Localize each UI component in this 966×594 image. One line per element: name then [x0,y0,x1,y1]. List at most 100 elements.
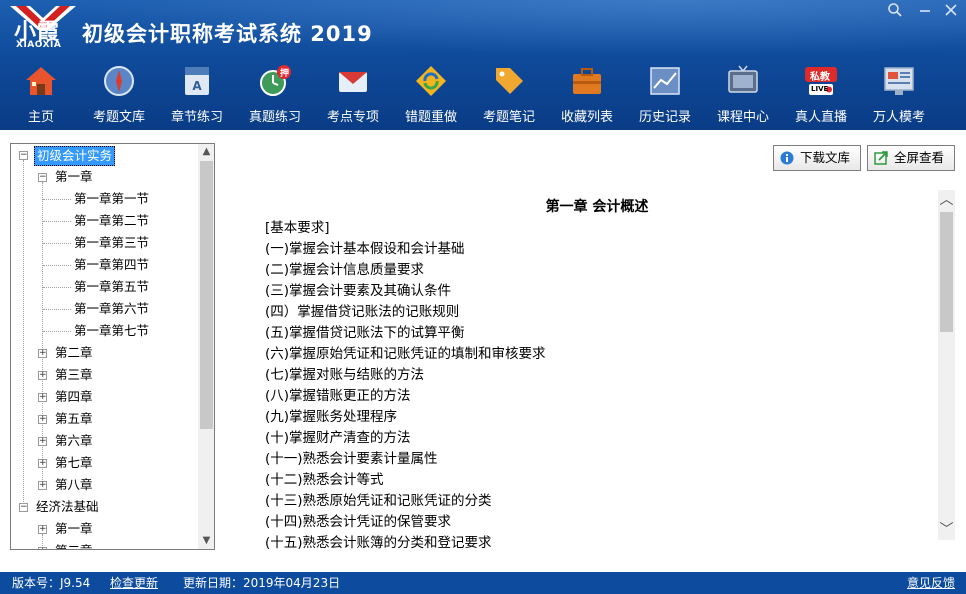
document-line: (六)掌握原始凭证和记账凭证的填制和审核要求 [265,346,546,362]
toolbar-home[interactable]: 主页 [2,62,80,128]
tree-node-root-accounting[interactable]: − 初级会计实务 [15,144,195,166]
toolbar-history[interactable]: 历史记录 [626,62,704,128]
app-window: 小霞 XIAOXIA 初级会计职称考试系统 2019 主页 考题文库 A 章节练… [0,0,966,594]
live-badge-bottom: LIVE [811,85,829,93]
tree-node-section[interactable]: 第一章第三节 [15,232,195,254]
tree-node-chapter[interactable]: + 第二章 [15,540,195,549]
tree-node-section[interactable]: 第一章第一节 [15,188,195,210]
book-icon: A [185,67,209,95]
tree-node-chapter[interactable]: + 第五章 [15,408,195,430]
app-title: 初级会计职称考试系统 2019 [82,22,373,46]
version-label: 版本号：J9.54 [12,576,91,590]
toolbar-wrong-redo[interactable]: 错题重做 [392,62,470,128]
toolbar-key-points[interactable]: 考点专项 [314,62,392,128]
document-content: 第一章 会计概述 [基本要求] (一)掌握会计基本假设和会计基础 (二)掌握会计… [222,180,936,552]
toolbar-question-bank[interactable]: 考题文库 [80,62,158,128]
feedback-link[interactable]: 意见反馈 [907,572,955,594]
toolbar-live[interactable]: 私教 LIVE 真人直播 [782,62,860,128]
expand-icon[interactable]: + [38,459,47,468]
external-link-icon [874,151,888,165]
svg-text:A: A [192,79,202,93]
document-line: (七)掌握对账与结账的方法 [265,367,425,383]
toolbar-favorites[interactable]: 收藏列表 [548,62,626,128]
document-line: (十)掌握财产清查的方法 [265,430,411,446]
collapse-icon[interactable]: − [19,503,28,512]
exam-badge: 押 [280,69,290,79]
tree-node-chapter[interactable]: + 第四章 [15,386,195,408]
home-icon [26,67,56,95]
document-line: (一)掌握会计基本假设和会计基础 [265,241,465,257]
refresh-icon [416,66,446,96]
expand-icon[interactable]: + [38,525,47,534]
minimize-button[interactable] [914,2,936,22]
mail-icon [339,72,367,92]
chapter-tree: − 初级会计实务 − 第一章 第一章第一节 第一章第二节 第一章第三节 第一章第… [10,143,215,550]
tree-node-section[interactable]: 第一章第六节 [15,298,195,320]
toolbar-mock-exam[interactable]: 万人模考 [860,62,938,128]
close-button[interactable] [940,2,962,22]
tree-node-chapter[interactable]: + 第七章 [15,452,195,474]
tree-node-section[interactable]: 第一章第四节 [15,254,195,276]
info-icon [780,151,794,165]
document-line: (十四)熟悉会计凭证的保管要求 [265,514,452,530]
tree-node-chapter[interactable]: + 第一章 [15,518,195,540]
expand-icon[interactable]: + [38,349,47,358]
expand-icon[interactable]: + [38,371,47,380]
scroll-down-icon[interactable]: ﹀ [938,522,955,538]
compass-icon [104,66,134,96]
tree-node-root-law[interactable]: − 经济法基础 [15,496,195,518]
header-bar: 小霞 XIAOXIA 初级会计职称考试系统 2019 主页 考题文库 A 章节练… [0,0,966,130]
search-icon[interactable] [884,2,906,22]
live-badge-top: 私教 [810,72,830,83]
toolbar-notes[interactable]: 考题笔记 [470,62,548,128]
scroll-up-icon[interactable]: ︿ [938,192,955,208]
expand-icon[interactable]: + [38,547,47,549]
tree-node-chapter[interactable]: + 第二章 [15,342,195,364]
tree-node-chapter[interactable]: − 第一章 [15,166,195,188]
expand-icon[interactable]: + [38,437,47,446]
toolbar-course-center[interactable]: 课程中心 [704,62,782,128]
document-line: (九)掌握账务处理程序 [265,409,398,425]
fullscreen-button[interactable]: 全屏查看 [867,145,955,171]
document-line: (十五)熟悉会计账簿的分类和登记要求 [265,535,492,551]
expand-icon[interactable]: + [38,481,47,490]
toolbar-chapter-practice[interactable]: A 章节练习 [158,62,236,128]
tree-node-section[interactable]: 第一章第五节 [15,276,195,298]
download-library-button[interactable]: 下载文库 [773,145,861,171]
tree-node-chapter[interactable]: + 第三章 [15,364,195,386]
document-line: (十二)熟悉会计等式 [265,472,384,488]
tree-scrollbar[interactable]: ▲ ▼ [198,144,214,549]
tree-node-chapter[interactable]: + 第八章 [15,474,195,496]
scroll-up-icon[interactable]: ▲ [198,144,214,160]
monitor-icon [884,67,914,95]
collapse-icon[interactable]: − [19,151,28,160]
tree-node-chapter[interactable]: + 第六章 [15,430,195,452]
tag-icon [496,68,523,94]
scroll-down-icon[interactable]: ▼ [198,533,214,549]
chart-icon [650,67,680,95]
logo-subtext: XIAOXIA [16,40,62,50]
toolbar-past-exams[interactable]: 押 真题练习 [236,62,314,128]
document-line: (三)掌握会计要素及其确认条件 [265,283,452,299]
document-line: [基本要求] [265,220,330,236]
briefcase-icon [573,68,601,94]
collapse-icon[interactable]: − [38,173,47,182]
document-line: (十三)熟悉原始凭证和记账凭证的分类 [265,493,492,509]
document-line: (四）掌握借贷记账法的记账规则 [265,304,460,320]
expand-icon[interactable]: + [38,415,47,424]
expand-icon[interactable]: + [38,393,47,402]
tree-scroll-thumb[interactable] [200,161,213,429]
document-title: 第一章 会计概述 [545,199,649,215]
main-toolbar: 主页 考题文库 A 章节练习 押 真题练习 考点专项 错题重做 考题笔记 收藏列… [0,62,966,128]
tree-node-section[interactable]: 第一章第二节 [15,210,195,232]
document-line: (二)掌握会计信息质量要求 [265,262,425,278]
document-line: (八)掌握错账更正的方法 [265,388,411,404]
tv-icon [728,65,758,93]
update-date: 更新日期：2019年04月23日 [183,576,341,590]
document-line: (五)掌握借贷记账法下的试算平衡 [265,325,465,341]
tree-node-section[interactable]: 第一章第七节 [15,320,195,342]
content-scroll-thumb[interactable] [940,212,953,332]
document-line: (十一)熟悉会计要素计量属性 [265,451,438,467]
content-scrollbar[interactable]: ︿ ﹀ [938,190,955,540]
check-update-link[interactable]: 检查更新 [110,572,158,594]
